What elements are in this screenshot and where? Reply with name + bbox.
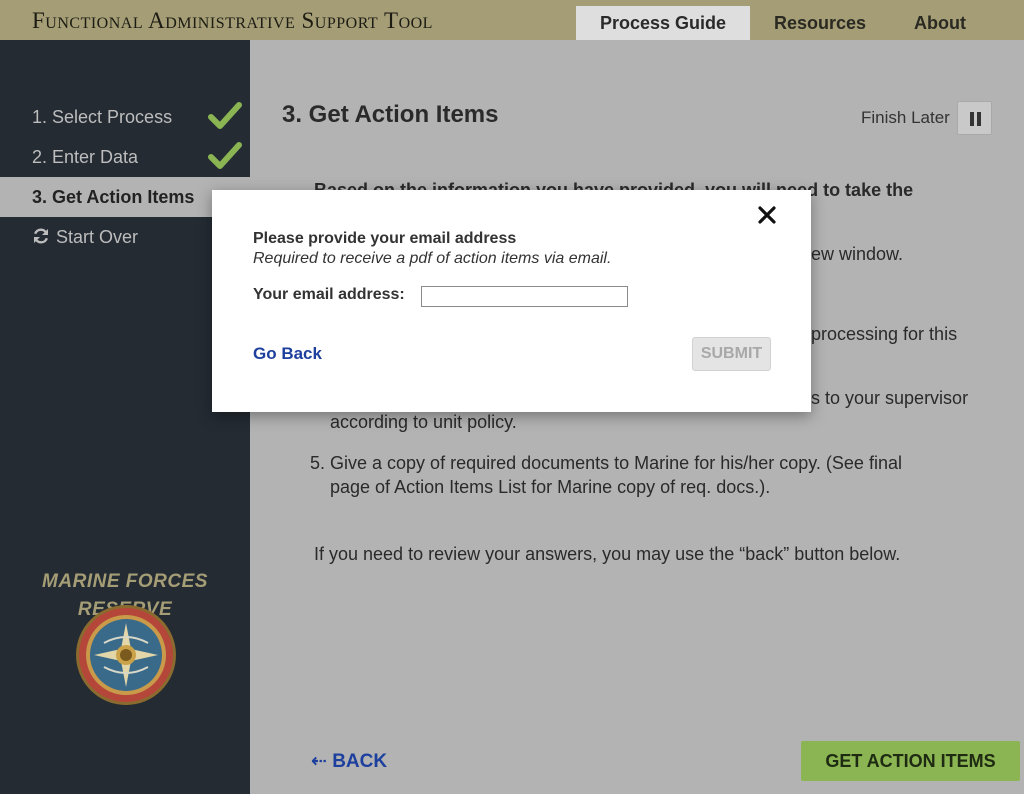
arrow-left-icon: ⇠ [311,751,327,772]
pause-icon [970,112,974,126]
get-action-items-button[interactable]: GET ACTION ITEMS [801,741,1020,781]
tab-process-guide[interactable]: Process Guide [576,6,750,40]
action-item-fragment: according to unit policy. [330,412,517,432]
brand-line: MARINE FORCES [42,571,208,592]
tab-about[interactable]: About [900,6,980,40]
modal-heading: Please provide your email address [253,230,517,247]
email-field[interactable] [421,286,628,307]
email-label: Your email address: [253,286,405,303]
page-title: 3. Get Action Items [282,101,499,128]
sidebar-step-enter-data[interactable]: 2. Enter Data [0,137,250,177]
checkmark-icon [208,102,242,129]
action-item-fragment: processing for this [811,324,958,344]
app-title: Functional Administrative Support Tool [32,8,433,33]
close-icon[interactable] [756,204,778,226]
sidebar-step-label: 2. Enter Data [32,147,139,167]
sidebar-step-label: 1. Select Process [32,107,173,127]
submit-button[interactable]: SUBMIT [692,337,771,371]
email-modal: Please provide your email address Requir… [212,190,811,412]
review-note: If you need to review your answers, you … [314,544,901,564]
back-button[interactable]: ⇠ BACK [311,750,387,773]
marforres-seal-logo [76,605,176,705]
pause-icon [977,112,981,126]
action-item-5: page of Action Items List for Marine cop… [330,477,771,497]
sidebar-step-label: 3. Get Action Items [32,187,195,207]
modal-subtext: Required to receive a pdf of action item… [253,250,612,267]
pause-button[interactable] [957,101,992,135]
sidebar-step-select-process[interactable]: 1. Select Process [0,97,250,137]
action-item-fragment: ew window. [811,244,904,264]
back-label: BACK [332,751,388,772]
top-bar: Functional Administrative Support Tool P… [0,0,1024,40]
tab-resources[interactable]: Resources [764,6,876,40]
checkmark-icon [208,142,242,169]
action-item-fragment: s to your supervisor [811,388,969,408]
go-back-link[interactable]: Go Back [253,344,322,364]
restart-icon [34,228,48,244]
action-item-5: 5. Give a copy of required documents to … [310,453,902,473]
finish-later-label: Finish Later [861,108,950,127]
sidebar-step-label: Start Over [56,227,139,247]
